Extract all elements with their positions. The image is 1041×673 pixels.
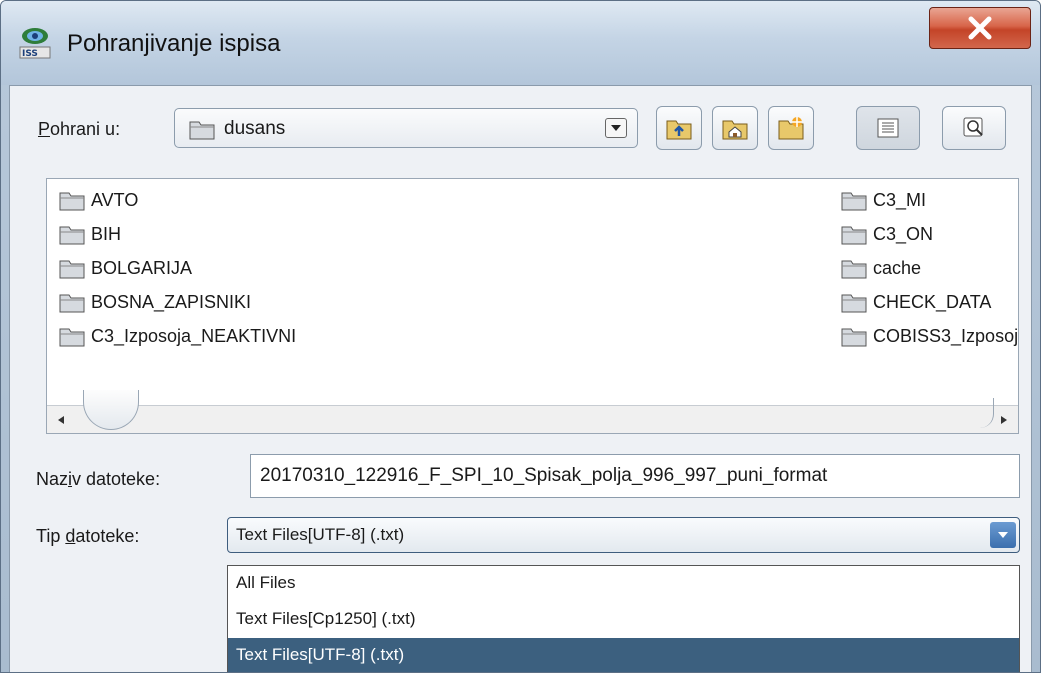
- list-item[interactable]: BIH: [59, 219, 759, 249]
- folder-name: BOSNA_ZAPISNIKI: [91, 291, 252, 312]
- list-item[interactable]: C3_ON: [841, 219, 1017, 249]
- folder-icon: [59, 328, 85, 347]
- new-folder-icon: [778, 117, 804, 140]
- list-view-button[interactable]: [856, 106, 920, 150]
- file-type-select[interactable]: Text Files[UTF-8] (.txt): [227, 517, 1020, 553]
- new-folder-button[interactable]: [768, 106, 814, 150]
- window-title: Pohranjivanje ispisa: [67, 30, 281, 57]
- up-one-level-button[interactable]: [656, 106, 702, 150]
- svg-text:ISS: ISS: [22, 49, 38, 59]
- file-name-input[interactable]: 20170310_122916_F_SPI_10_Spisak_polja_99…: [250, 454, 1020, 498]
- close-icon: [968, 16, 992, 40]
- file-type-option[interactable]: Text Files[Cp1250] (.txt): [228, 602, 1019, 638]
- list-item[interactable]: C3_Izposoja_NEAKTIVNI: [59, 321, 759, 351]
- folder-icon: [59, 294, 85, 313]
- list-item[interactable]: cache: [841, 253, 1017, 283]
- chevron-down-icon[interactable]: [605, 118, 627, 138]
- chevron-down-icon[interactable]: [990, 522, 1016, 548]
- folder-name: BIH: [91, 223, 122, 244]
- dialog-content: Pohrani u: dusans AVTO BIH BOLGARIJA BOS…: [9, 85, 1032, 672]
- folder-icon: [841, 192, 867, 211]
- save-in-combo[interactable]: dusans: [174, 108, 638, 148]
- title-bar[interactable]: ISS Pohranjivanje ispisa: [1, 1, 1040, 85]
- details-icon: [963, 117, 983, 137]
- details-view-button[interactable]: [942, 106, 1006, 150]
- folder-name: C3_Izposoja_NEAKTIVNI: [91, 325, 297, 346]
- list-item[interactable]: CHECK_DATA: [841, 287, 1017, 317]
- file-type-option[interactable]: All Files: [228, 566, 1019, 602]
- folder-name: COBISS3_Izposoja: [873, 325, 1017, 346]
- list-item[interactable]: C3_MI: [841, 185, 1017, 215]
- folder-icon: [841, 226, 867, 245]
- folder-name: C3_MI: [873, 189, 927, 210]
- cobiss-app-icon: ISS: [17, 25, 53, 61]
- folder-name: BOLGARIJA: [91, 257, 193, 278]
- folder-name: C3_ON: [873, 223, 934, 244]
- folder-icon: [841, 328, 867, 347]
- home-button[interactable]: [712, 106, 758, 150]
- file-type-dropdown-list[interactable]: All Files Text Files[Cp1250] (.txt) Text…: [227, 565, 1020, 672]
- scrollbar-thumb[interactable]: [83, 390, 139, 430]
- save-dialog: ISS Pohranjivanje ispisa Pohrani u: dusa…: [0, 0, 1041, 673]
- scroll-left-icon[interactable]: [53, 412, 69, 428]
- file-type-option[interactable]: Text Files[UTF-8] (.txt): [228, 638, 1019, 672]
- scroll-right-icon[interactable]: [996, 412, 1012, 428]
- folder-icon: [59, 260, 85, 279]
- scroll-track-end: [976, 398, 994, 428]
- close-button[interactable]: [929, 7, 1031, 49]
- folder-icon: [841, 260, 867, 279]
- current-directory: dusans: [224, 118, 286, 139]
- list-item[interactable]: BOLGARIJA: [59, 253, 759, 283]
- list-item[interactable]: COBISS3_Izposoja: [841, 321, 1017, 351]
- file-list[interactable]: AVTO BIH BOLGARIJA BOSNA_ZAPISNIKI C3_Iz…: [46, 178, 1019, 434]
- folder-name: cache: [873, 257, 922, 278]
- file-type-label: Tip datoteke:: [36, 526, 140, 546]
- file-type-selected: Text Files[UTF-8] (.txt): [236, 525, 405, 544]
- file-name-label: Naziv datoteke:: [36, 469, 161, 489]
- horizontal-scrollbar[interactable]: [47, 390, 1018, 433]
- folder-icon: [59, 192, 85, 211]
- list-item[interactable]: BOSNA_ZAPISNIKI: [59, 287, 759, 317]
- folder-icon: [59, 226, 85, 245]
- folder-name: AVTO: [91, 189, 139, 210]
- folder-name: CHECK_DATA: [873, 291, 992, 312]
- list-item[interactable]: AVTO: [59, 185, 759, 215]
- folder-icon: [841, 294, 867, 313]
- save-in-label: Pohrani u:: [38, 119, 121, 139]
- folder-icon: [189, 118, 215, 145]
- folder-up-icon: [666, 120, 692, 140]
- list-icon: [877, 118, 899, 138]
- home-icon: [722, 120, 748, 140]
